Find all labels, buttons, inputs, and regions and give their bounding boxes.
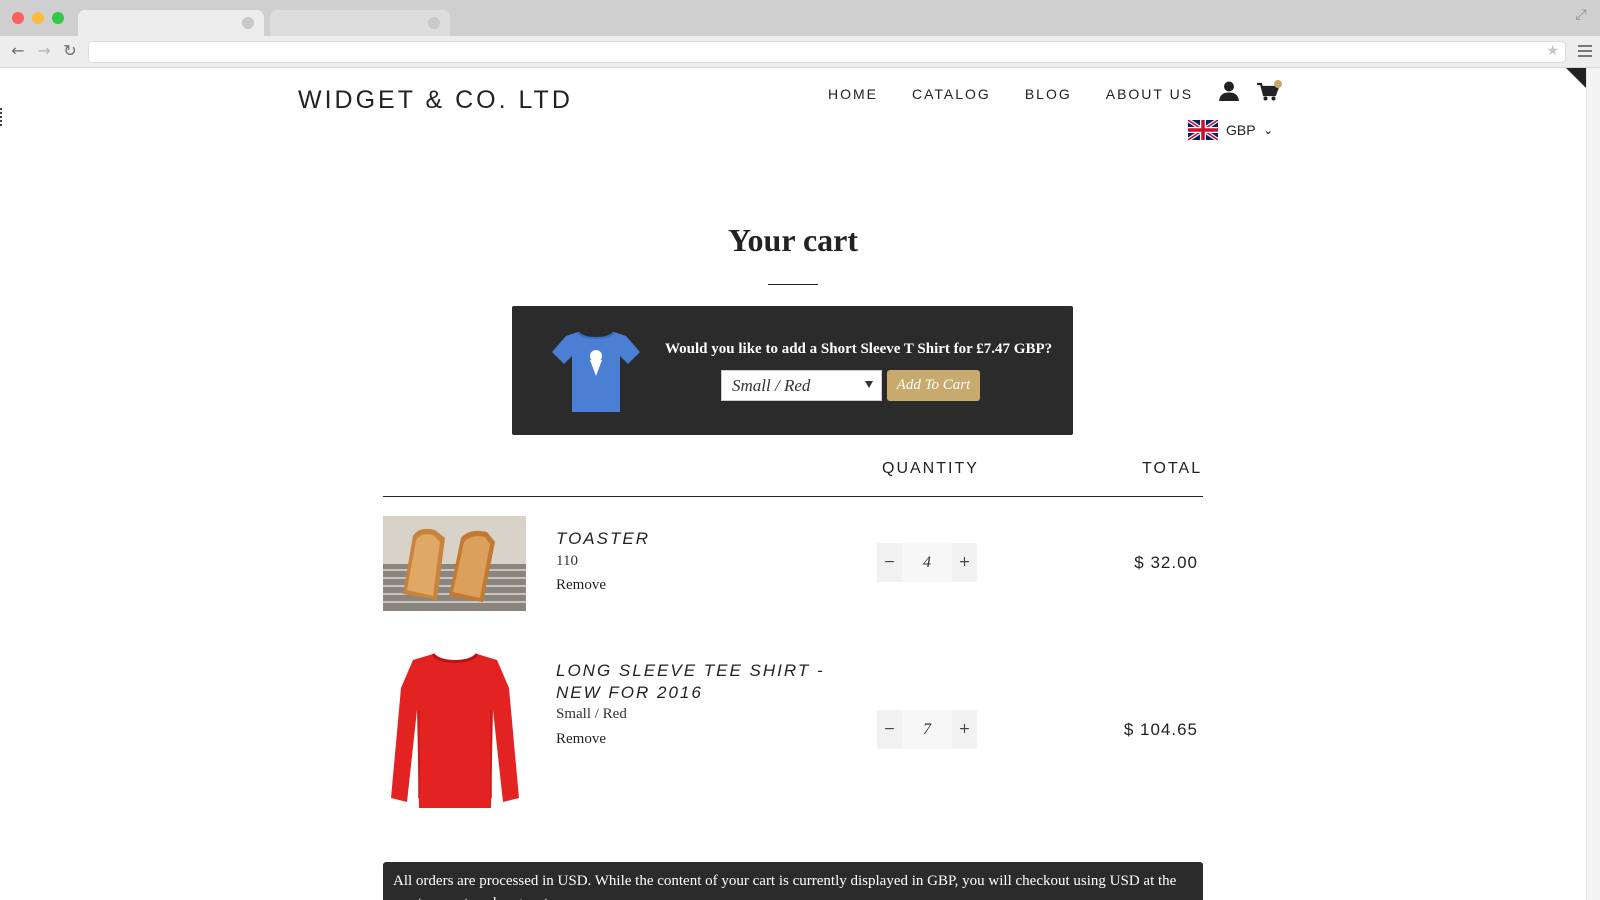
browser-toolbar: ← → ↻ ★ bbox=[0, 36, 1600, 68]
nav-catalog[interactable]: CATALOG bbox=[912, 86, 991, 102]
line-total: $ 104.65 bbox=[1123, 720, 1198, 739]
total-column-header: TOTAL bbox=[1142, 460, 1203, 477]
quantity-column-header: QUANTITY bbox=[882, 460, 979, 477]
chevron-down-icon: ⌄ bbox=[1263, 123, 1273, 137]
currency-notice: All orders are processed in USD. While t… bbox=[383, 862, 1203, 900]
add-to-cart-button[interactable]: Add To Cart bbox=[887, 370, 980, 401]
increase-quantity-button[interactable]: + bbox=[952, 543, 977, 582]
address-bar[interactable]: ★ bbox=[88, 41, 1566, 63]
title-divider bbox=[768, 284, 818, 285]
item-variant: Small / Red bbox=[556, 706, 627, 722]
item-title[interactable]: TOASTER bbox=[556, 528, 650, 550]
bookmark-star-icon[interactable]: ★ bbox=[1546, 43, 1559, 59]
dropdown-arrow-icon bbox=[865, 381, 873, 388]
quantity-input[interactable]: 7 bbox=[902, 710, 952, 749]
nav-blog[interactable]: BLOG bbox=[1025, 86, 1072, 102]
item-variant: 110 bbox=[556, 553, 578, 569]
upsell-message: Would you like to add a Short Sleeve T S… bbox=[665, 341, 1053, 357]
toaster-product-image[interactable] bbox=[383, 516, 526, 611]
account-icon[interactable] bbox=[1218, 80, 1240, 102]
cart-count-badge bbox=[1274, 80, 1282, 88]
line-total: $ 32.00 bbox=[1134, 553, 1198, 572]
quantity-input[interactable]: 4 bbox=[902, 543, 952, 582]
decrease-quantity-button[interactable]: − bbox=[877, 543, 902, 582]
back-arrow-icon[interactable]: ← bbox=[8, 41, 28, 61]
long-sleeve-shirt-product-image[interactable] bbox=[383, 648, 526, 813]
main-navigation: HOME CATALOG BLOG ABOUT US bbox=[828, 86, 1193, 102]
remove-link[interactable]: Remove bbox=[556, 731, 606, 748]
reload-icon[interactable]: ↻ bbox=[60, 41, 80, 61]
tab-close-icon[interactable] bbox=[242, 17, 254, 29]
close-window-button[interactable] bbox=[12, 12, 24, 24]
browser-menu-icon[interactable] bbox=[1578, 42, 1592, 60]
corner-marker bbox=[1566, 68, 1586, 88]
upsell-variant-select[interactable]: Small / Red bbox=[721, 370, 882, 401]
cart-line-item: LONG SLEEVE TEE SHIRT - NEW FOR 2016 Sma… bbox=[383, 648, 1203, 818]
increase-quantity-button[interactable]: + bbox=[952, 710, 977, 749]
currency-code: GBP bbox=[1226, 122, 1256, 138]
upsell-banner: Would you like to add a Short Sleeve T S… bbox=[512, 306, 1073, 435]
decrease-quantity-button[interactable]: − bbox=[877, 710, 902, 749]
browser-tab-active[interactable] bbox=[78, 10, 264, 36]
cart-icon[interactable] bbox=[1256, 80, 1282, 102]
nav-about-us[interactable]: ABOUT US bbox=[1106, 86, 1193, 102]
remove-link[interactable]: Remove bbox=[556, 577, 606, 594]
maximize-window-button[interactable] bbox=[52, 12, 64, 24]
cart-line-item: TOASTER 110 Remove − 4 + $ 32.00 bbox=[383, 516, 1203, 616]
forward-arrow-icon[interactable]: → bbox=[34, 41, 54, 61]
page-scrollbar[interactable] bbox=[1586, 68, 1600, 900]
nav-home[interactable]: HOME bbox=[828, 86, 878, 102]
browser-titlebar: ⤢ bbox=[0, 0, 1600, 36]
header-divider bbox=[383, 496, 1203, 497]
uk-flag-icon bbox=[1188, 120, 1218, 140]
minimize-window-button[interactable] bbox=[32, 12, 44, 24]
browser-tab-inactive[interactable] bbox=[270, 10, 450, 36]
store-page: WIDGET & CO. LTD HOME CATALOG BLOG ABOUT… bbox=[0, 68, 1586, 900]
tab-close-icon[interactable] bbox=[428, 17, 440, 29]
selected-variant: Small / Red bbox=[732, 376, 811, 395]
item-title[interactable]: LONG SLEEVE TEE SHIRT - NEW FOR 2016 bbox=[556, 660, 866, 704]
quantity-stepper: − 4 + bbox=[877, 543, 977, 582]
tshirt-product-image[interactable] bbox=[548, 326, 644, 418]
page-title: Your cart bbox=[727, 222, 859, 258]
drawer-handle[interactable] bbox=[0, 108, 3, 126]
store-logo[interactable]: WIDGET & CO. LTD bbox=[298, 86, 573, 115]
fullscreen-icon[interactable]: ⤢ bbox=[1572, 6, 1590, 24]
currency-selector[interactable]: GBP ⌄ bbox=[1188, 120, 1273, 140]
quantity-stepper: − 7 + bbox=[877, 710, 977, 749]
